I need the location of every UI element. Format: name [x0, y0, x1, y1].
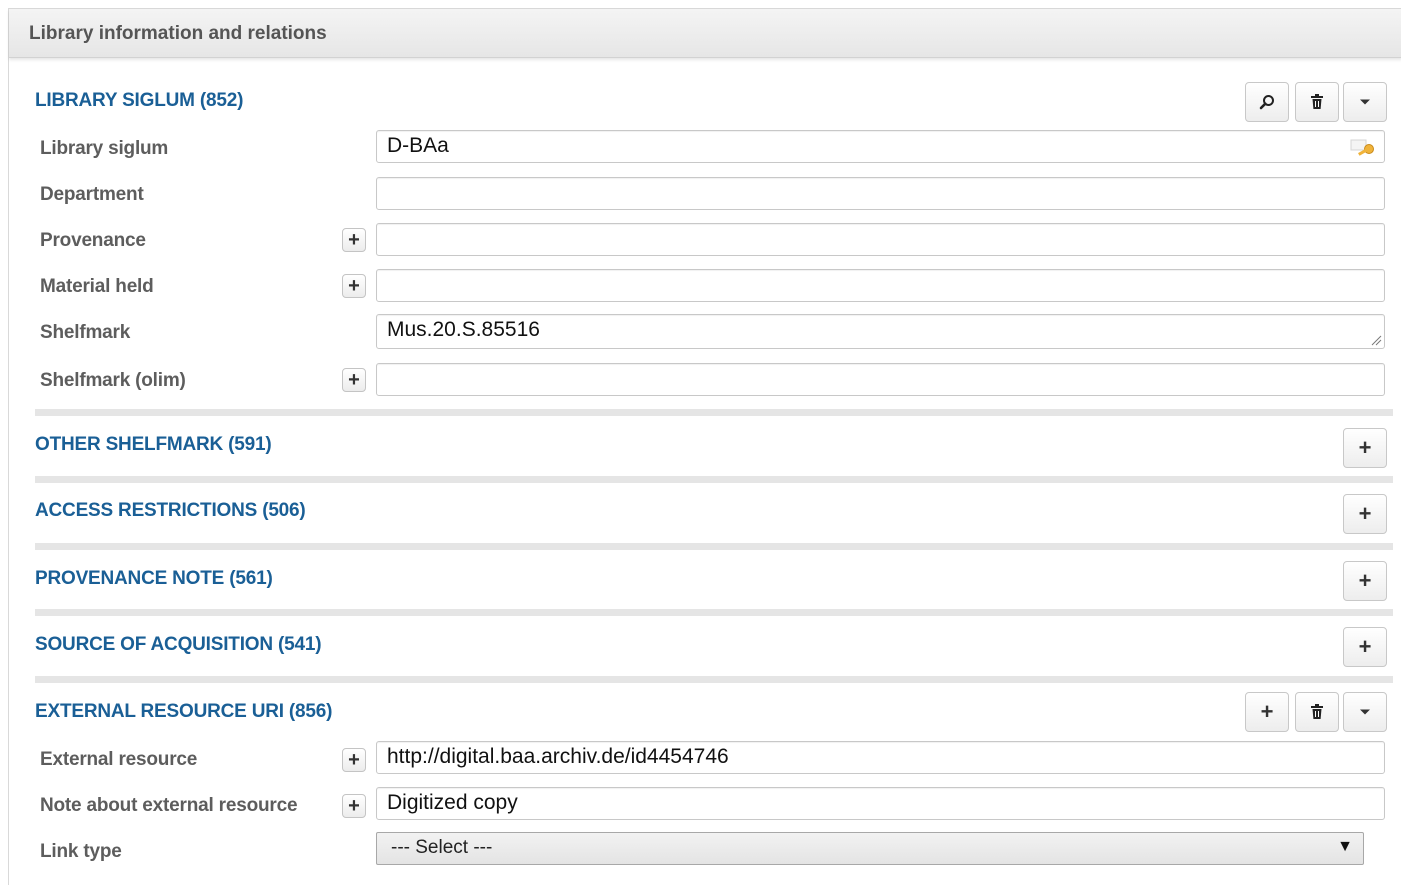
key-icon — [1350, 139, 1374, 156]
link-type-label: Link type — [40, 841, 122, 862]
add-provenance-note-button[interactable]: + — [1343, 561, 1387, 601]
panel-title: Library information and relations — [29, 23, 327, 44]
add-material-held-button[interactable]: + — [342, 274, 366, 298]
panel-header: Library information and relations — [9, 9, 1401, 58]
external-resource-options-dropdown[interactable] — [1343, 692, 1387, 732]
section-title-access-restrictions[interactable]: ACCESS RESTRICTIONS (506) — [35, 500, 306, 522]
add-access-restrictions-button[interactable]: + — [1343, 494, 1387, 534]
shelfmark-olim-label: Shelfmark (olim) — [40, 370, 186, 391]
section-divider — [35, 476, 1393, 483]
delete-library-siglum-button[interactable] — [1295, 82, 1339, 122]
section-divider — [35, 409, 1393, 416]
add-external-resource-button[interactable]: + — [1245, 692, 1289, 732]
add-source-of-acquisition-button[interactable]: + — [1343, 627, 1387, 667]
section-divider — [35, 676, 1393, 683]
caret-down-icon — [1360, 709, 1370, 715]
resize-handle-icon[interactable] — [1370, 334, 1382, 346]
link-type-selected: --- Select --- — [391, 837, 493, 858]
provenance-input[interactable] — [376, 223, 1385, 256]
caret-down-icon — [1360, 99, 1370, 105]
search-icon — [1259, 95, 1274, 110]
add-shelfmark-olim-button[interactable]: + — [342, 368, 366, 392]
external-resource-input[interactable]: http://digital.baa.archiv.de/id4454746 — [376, 741, 1385, 774]
add-external-resource-field-button[interactable]: + — [342, 748, 366, 772]
material-held-label: Material held — [40, 276, 154, 297]
plus-icon: + — [348, 229, 360, 251]
plus-icon: + — [1260, 699, 1274, 724]
external-resource-value: http://digital.baa.archiv.de/id4454746 — [387, 745, 729, 768]
provenance-label: Provenance — [40, 230, 146, 251]
section-title-library-siglum[interactable]: LIBRARY SIGLUM (852) — [35, 90, 243, 112]
library-siglum-input[interactable]: D-BAa — [376, 130, 1385, 163]
select-arrow-icon: ▼ — [1337, 838, 1353, 855]
add-external-resource-note-button[interactable]: + — [342, 794, 366, 818]
search-button[interactable] — [1245, 82, 1289, 122]
shelfmark-textarea[interactable]: Mus.20.S.85516 — [376, 314, 1385, 349]
plus-icon: + — [1358, 568, 1372, 593]
department-input[interactable] — [376, 177, 1385, 210]
section-divider — [35, 609, 1393, 616]
library-siglum-label: Library siglum — [40, 138, 169, 159]
shelfmark-value: Mus.20.S.85516 — [387, 318, 540, 341]
section-divider — [35, 543, 1393, 550]
shelfmark-olim-input[interactable] — [376, 363, 1385, 396]
plus-icon: + — [348, 749, 360, 771]
external-resource-label: External resource — [40, 749, 198, 770]
section-title-provenance-note[interactable]: PROVENANCE NOTE (561) — [35, 568, 273, 590]
add-provenance-button[interactable]: + — [342, 228, 366, 252]
trash-icon — [1311, 704, 1323, 719]
plus-icon: + — [348, 369, 360, 391]
external-resource-note-input[interactable]: Digitized copy — [376, 787, 1385, 820]
external-resource-note-value: Digitized copy — [387, 791, 518, 814]
link-type-select[interactable]: --- Select --- ▼ — [376, 832, 1364, 865]
section-title-source-of-acquisition[interactable]: SOURCE OF ACQUISITION (541) — [35, 634, 322, 656]
section-title-external-resource-uri[interactable]: EXTERNAL RESOURCE URI (856) — [35, 701, 332, 723]
plus-icon: + — [1358, 501, 1372, 526]
trash-icon — [1311, 94, 1323, 109]
external-resource-note-label: Note about external resource — [40, 795, 298, 816]
department-label: Department — [40, 184, 144, 205]
section-title-other-shelfmark[interactable]: OTHER SHELFMARK (591) — [35, 434, 272, 456]
library-siglum-options-dropdown[interactable] — [1343, 82, 1387, 122]
plus-icon: + — [348, 795, 360, 817]
material-held-input[interactable] — [376, 269, 1385, 302]
plus-icon: + — [1358, 435, 1372, 460]
plus-icon: + — [1358, 634, 1372, 659]
add-other-shelfmark-button[interactable]: + — [1343, 428, 1387, 468]
plus-icon: + — [348, 275, 360, 297]
shelfmark-label: Shelfmark — [40, 322, 131, 343]
library-siglum-value: D-BAa — [387, 134, 449, 157]
delete-external-resource-button[interactable] — [1295, 692, 1339, 732]
